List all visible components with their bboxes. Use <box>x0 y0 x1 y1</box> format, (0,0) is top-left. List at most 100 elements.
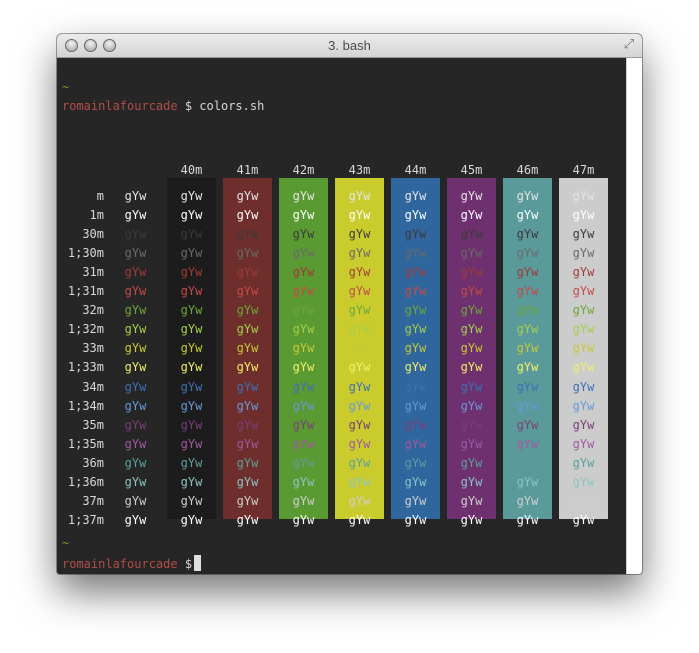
row-label-32m: 32m <box>82 303 104 318</box>
sample-cell: gYw <box>460 436 483 451</box>
titlebar[interactable]: 3. bash ⤢ <box>57 34 642 58</box>
column-header-41m: 41m <box>236 163 259 177</box>
sample-cell: gYw <box>516 265 539 280</box>
prompt-symbol: $ <box>184 99 193 113</box>
sample-cell: gYw <box>516 360 539 375</box>
sample-cell: gYw <box>236 189 259 203</box>
sample-cell: gYw <box>404 436 427 451</box>
text-cursor <box>194 555 202 571</box>
sample-cell: gYw <box>572 398 595 413</box>
sample-cell: gYw <box>572 208 595 223</box>
final-prompt-user: romainlafourcade <box>62 557 178 571</box>
sample-cell: gYw <box>348 284 371 299</box>
sample-cell: gYw <box>292 512 315 527</box>
sample-cell: gYw <box>460 379 483 394</box>
final-prompt-symbol: $ <box>184 557 193 571</box>
sample-cell: gYw <box>236 360 259 375</box>
sample-cell: gYw <box>180 303 203 318</box>
sample-cell: gYw <box>404 322 427 337</box>
sample-cell: gYw <box>180 455 203 470</box>
sample-cell: gYw <box>236 265 259 280</box>
sample-cell: gYw <box>180 284 203 299</box>
column-header-47m: 47m <box>572 163 595 177</box>
sample-cell: gYw <box>292 360 315 375</box>
sample-cell: gYw <box>236 455 259 470</box>
sample-cell: gYw <box>348 398 371 413</box>
sample-cell: gYw <box>516 379 539 394</box>
sample-cell: gYw <box>516 246 539 261</box>
sample-cell: gYw <box>404 474 427 489</box>
sample-cell: gYw <box>516 417 539 432</box>
sample-cell: gYw <box>404 417 427 432</box>
sample-cell: gYw <box>404 360 427 375</box>
sample-cell: gYw <box>404 227 427 242</box>
sample-cell: gYw <box>404 303 427 318</box>
sample-cell: gYw <box>516 455 539 470</box>
scrollbar[interactable] <box>626 58 642 574</box>
row-label-34m: 34m <box>82 379 104 394</box>
sample-cell: gYw <box>404 208 427 223</box>
sample-cell: gYw <box>572 379 595 394</box>
column-header-43m: 43m <box>348 163 371 177</box>
sample-cell: gYw <box>292 455 315 470</box>
sample-cell: gYw <box>124 493 147 508</box>
sample-cell: gYw <box>236 417 259 432</box>
sample-cell: gYw <box>180 189 203 203</box>
sample-cell: gYw <box>292 208 315 223</box>
sample-cell: gYw <box>292 398 315 413</box>
row-label-1-31m: 1;31m <box>67 284 104 299</box>
sample-cell: gYw <box>292 284 315 299</box>
sample-cell: gYw <box>516 227 539 242</box>
sample-cell: gYw <box>460 189 483 203</box>
sample-cell: gYw <box>404 246 427 261</box>
sample-cell: gYw <box>236 246 259 261</box>
sample-cell: gYw <box>124 398 147 413</box>
sample-cell: gYw <box>404 398 427 413</box>
sample-cell: gYw <box>348 379 371 394</box>
sample-cell: gYw <box>572 284 595 299</box>
sample-cell: gYw <box>292 474 315 489</box>
row-label-37m: 37m <box>82 493 104 508</box>
sample-cell: gYw <box>180 417 203 432</box>
sample-cell: gYw <box>348 303 371 318</box>
sample-cell: gYw <box>180 322 203 337</box>
sample-cell: gYw <box>348 360 371 375</box>
terminal-output[interactable]: ~ romainlafourcade $ colors.sh ~ romainl… <box>57 58 627 574</box>
final-command-line: romainlafourcade $ <box>62 555 202 571</box>
sample-cell: gYw <box>348 455 371 470</box>
sample-cell: gYw <box>404 455 427 470</box>
sample-cell: gYw <box>124 227 147 242</box>
sample-cell: gYw <box>460 455 483 470</box>
sample-cell: gYw <box>572 474 595 489</box>
sample-cell: gYw <box>180 493 203 508</box>
sample-cell: gYw <box>348 436 371 451</box>
sample-cell: gYw <box>236 398 259 413</box>
sample-cell: gYw <box>516 189 539 203</box>
sample-cell: gYw <box>516 303 539 318</box>
row-label-1-33m: 1;33m <box>67 360 104 375</box>
sample-cell: gYw <box>572 512 595 527</box>
row-label-1-36m: 1;36m <box>67 474 104 489</box>
sample-cell: gYw <box>460 493 483 508</box>
sample-cell: gYw <box>516 474 539 489</box>
sample-cell: gYw <box>124 341 147 356</box>
sample-cell: gYw <box>460 417 483 432</box>
sample-cell: gYw <box>460 227 483 242</box>
column-header-45m: 45m <box>460 163 483 177</box>
sample-cell: gYw <box>180 379 203 394</box>
row-label-m: m <box>96 189 104 203</box>
sample-cell: gYw <box>516 436 539 451</box>
sample-cell: gYw <box>236 436 259 451</box>
sample-cell: gYw <box>124 474 147 489</box>
sample-cell: gYw <box>460 303 483 318</box>
sample-cell: gYw <box>124 512 147 527</box>
sample-cell: gYw <box>404 284 427 299</box>
row-label-36m: 36m <box>82 455 104 470</box>
terminal-window: 3. bash ⤢ ~ romainlafourcade $ colors.sh… <box>57 34 642 574</box>
final-prompt-tilde: ~ <box>62 536 70 550</box>
fullscreen-icon[interactable]: ⤢ <box>622 38 636 52</box>
sample-cell: gYw <box>460 360 483 375</box>
sample-cell: gYw <box>292 493 315 508</box>
sample-cell: gYw <box>348 493 371 508</box>
sample-cell: gYw <box>180 512 203 527</box>
